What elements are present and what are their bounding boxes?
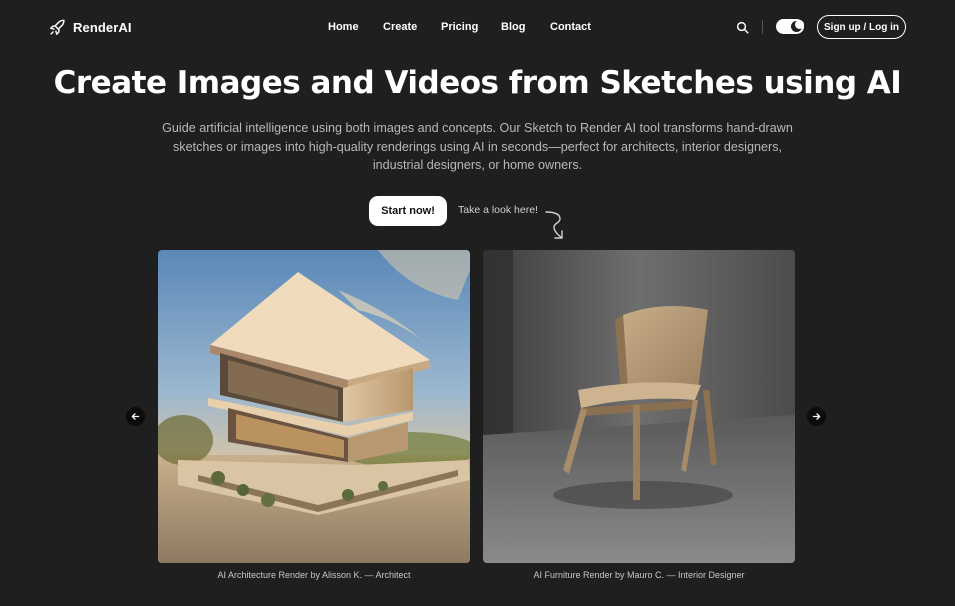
carousel-prev-button[interactable]	[126, 407, 145, 426]
gallery-caption-architecture: AI Architecture Render by Alisson K. — A…	[217, 570, 411, 580]
curved-arrow-icon	[545, 211, 563, 239]
carousel-next-button[interactable]	[807, 407, 826, 426]
main-nav: Home Create Pricing Blog Contact	[0, 20, 955, 36]
nav-link-pricing[interactable]: Pricing	[441, 20, 478, 34]
hero-title: Create Images and Videos from Sketches u…	[53, 65, 902, 101]
signup-login-button[interactable]: Sign up / Log in	[817, 15, 906, 39]
moon-icon	[791, 20, 804, 32]
start-now-button[interactable]: Start now!	[369, 196, 447, 226]
furniture-render-image	[483, 250, 795, 563]
gallery-card-furniture[interactable]	[483, 250, 795, 563]
nav-link-create[interactable]: Create	[383, 20, 417, 34]
theme-toggle[interactable]	[776, 19, 804, 34]
search-icon[interactable]	[736, 21, 749, 34]
nav-link-blog[interactable]: Blog	[501, 20, 525, 34]
gallery-caption-furniture: AI Furniture Render by Mauro C. — Interi…	[533, 570, 745, 580]
take-a-look-label: Take a look here!	[458, 204, 538, 216]
hero-description: Guide artificial intelligence using both…	[162, 121, 793, 172]
nav-divider	[762, 20, 763, 34]
arrow-right-icon	[812, 413, 821, 420]
arrow-left-icon	[131, 413, 140, 420]
nav-link-home[interactable]: Home	[328, 20, 359, 34]
top-nav: RenderAI Home Create Pricing Blog Contac…	[0, 0, 955, 54]
gallery-card-architecture[interactable]	[158, 250, 470, 563]
nav-link-contact[interactable]: Contact	[550, 20, 591, 34]
architecture-render-image	[158, 250, 470, 563]
